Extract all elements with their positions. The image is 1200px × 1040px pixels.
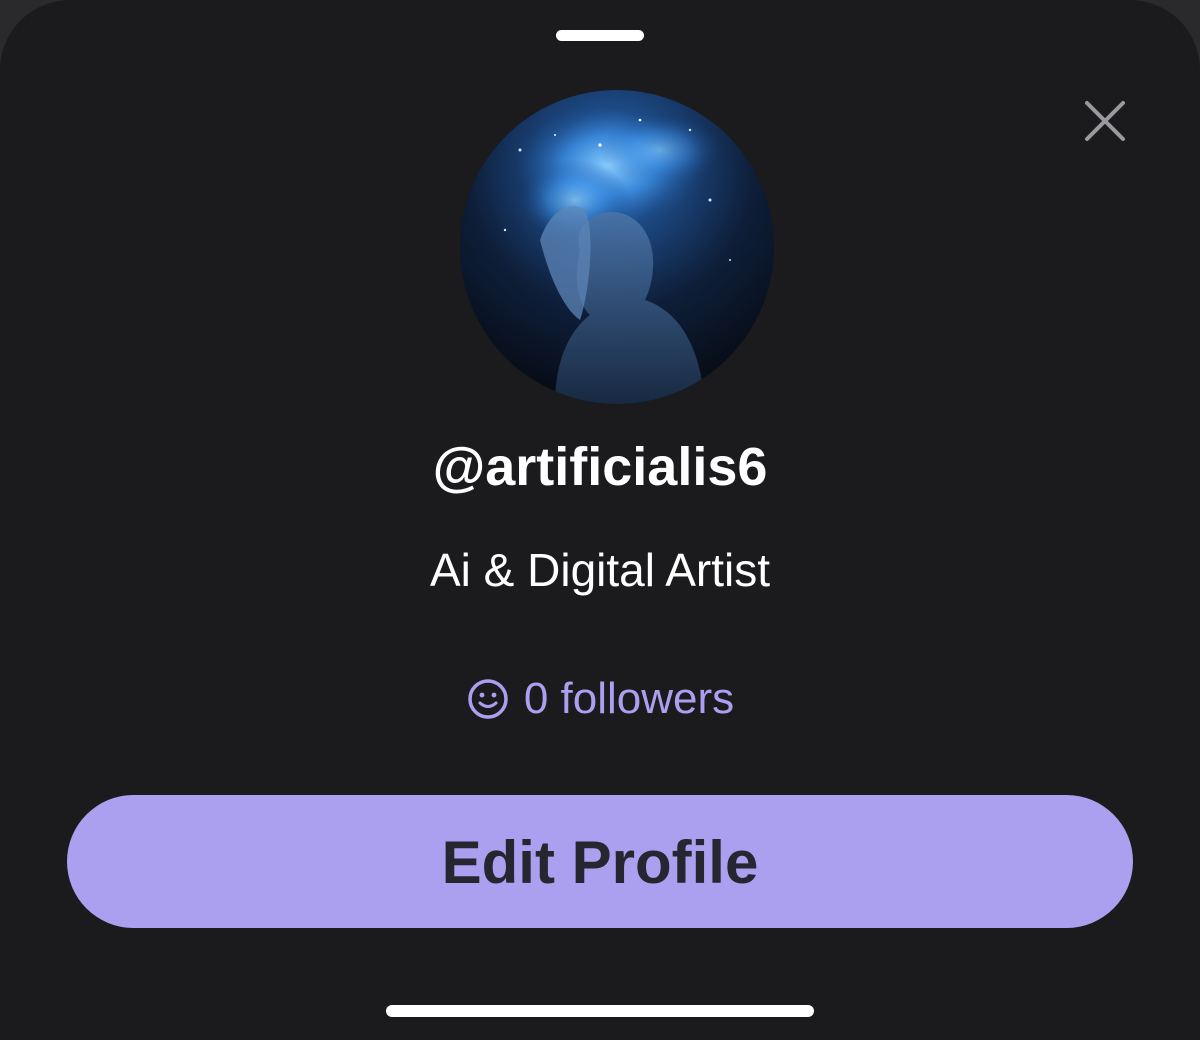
username: @artificialis6 [432,437,768,497]
sheet-grabber[interactable] [556,30,644,41]
avatar[interactable] [460,90,774,404]
edit-profile-button[interactable]: Edit Profile [67,795,1133,928]
profile-sheet: @artificialis6 Ai & Digital Artist 0 fol… [0,0,1200,1040]
avatar-image [460,90,774,404]
screen: @artificialis6 Ai & Digital Artist 0 fol… [0,0,1200,1040]
followers-link[interactable]: 0 followers [0,672,1200,726]
smiley-icon [466,677,510,721]
followers-count-label: 0 followers [523,674,735,723]
home-indicator [386,1005,814,1017]
close-button[interactable] [1076,92,1134,150]
close-icon [1085,101,1125,141]
profile-bio: Ai & Digital Artist [430,544,770,596]
